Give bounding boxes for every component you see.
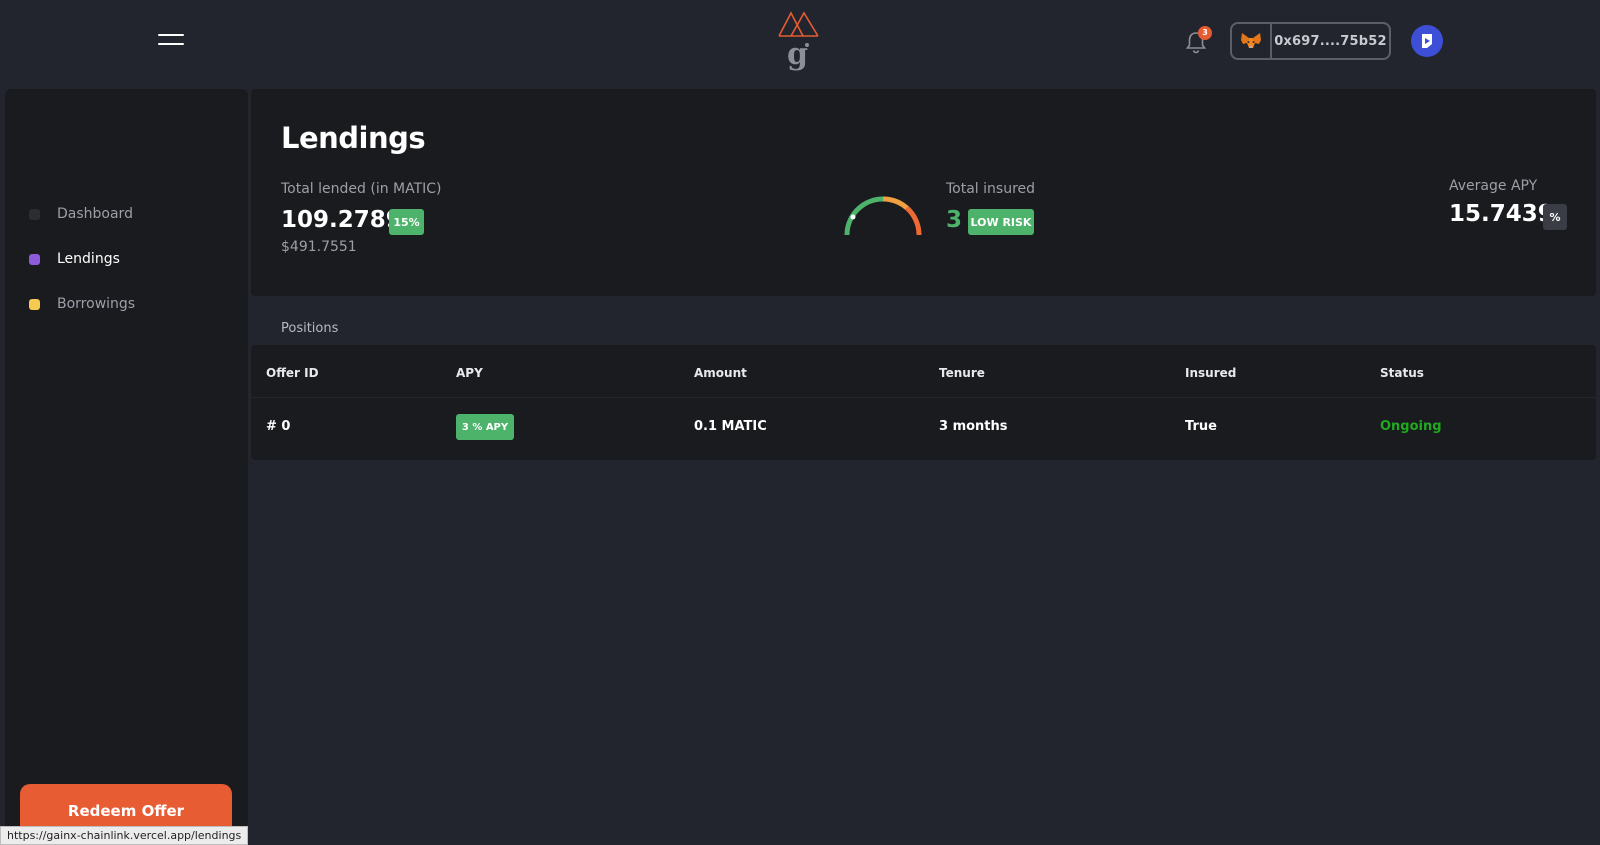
metamask-fox-icon <box>1232 24 1272 58</box>
column-header-offer-id: Offer ID <box>266 366 319 380</box>
sidebar-item-label: Lendings <box>57 251 120 267</box>
lendings-summary-panel: Lendings Total lended (in MATIC) 109.278… <box>251 89 1596 296</box>
amount-cell: 0.1 MATIC <box>694 419 767 434</box>
sidebar-item-label: Borrowings <box>57 296 136 312</box>
borrowings-dot-icon <box>29 298 40 310</box>
sidebar: Dashboard Lendings Borrowings <box>5 89 248 845</box>
lendings-dot-icon <box>29 253 40 265</box>
total-lended-usd: $491.7551 <box>281 239 357 255</box>
sidebar-item-dashboard[interactable]: Dashboard <box>29 203 133 225</box>
notification-count-badge: 3 <box>1198 26 1212 40</box>
hamburger-menu-icon[interactable] <box>158 31 184 49</box>
top-bar: g 3 0x697....75b52 <box>0 0 1600 86</box>
wallet-button[interactable]: 0x697....75b52 <box>1230 22 1391 60</box>
gainx-logo[interactable]: g <box>777 10 825 74</box>
tenure-cell: 3 months <box>939 419 1008 434</box>
total-lended-value: 109.2789 <box>281 207 402 233</box>
column-header-apy: APY <box>456 366 483 380</box>
sidebar-item-label: Dashboard <box>57 206 133 222</box>
insured-cell: True <box>1185 419 1217 434</box>
total-lended-badge: 15% <box>389 209 424 235</box>
apy-percent-badge: % <box>1543 204 1567 230</box>
positions-table: Offer ID APY Amount Tenure Insured Statu… <box>251 345 1596 460</box>
dashboard-dot-icon <box>29 208 40 220</box>
status-cell: Ongoing <box>1380 419 1442 434</box>
total-lended-label: Total lended (in MATIC) <box>281 181 442 197</box>
risk-level-badge: LOW RISK <box>968 209 1034 235</box>
bell-icon[interactable]: 3 <box>1182 26 1212 56</box>
offer-id-cell: # 0 <box>266 419 291 434</box>
sidebar-item-lendings[interactable]: Lendings <box>29 248 120 270</box>
apy-badge: 3 % APY <box>456 414 514 440</box>
page-title: Lendings <box>281 121 426 155</box>
wallet-address: 0x697....75b52 <box>1274 33 1387 49</box>
total-insured-label: Total insured <box>946 181 1036 197</box>
average-apy-value: 15.7439 <box>1449 201 1554 227</box>
svg-text:g: g <box>787 37 808 72</box>
browser-status-url: https://gainx-chainlink.vercel.app/lendi… <box>0 826 249 845</box>
column-header-tenure: Tenure <box>939 366 985 380</box>
sidebar-item-borrowings[interactable]: Borrowings <box>29 293 135 315</box>
column-header-status: Status <box>1380 366 1424 380</box>
total-insured-value: 3 <box>946 207 963 233</box>
profile-avatar-icon[interactable] <box>1411 25 1443 57</box>
risk-gauge <box>844 196 922 236</box>
positions-section-label: Positions <box>281 321 339 336</box>
average-apy-label: Average APY <box>1449 178 1538 194</box>
table-divider <box>251 397 1596 398</box>
column-header-insured: Insured <box>1185 366 1237 380</box>
column-header-amount: Amount <box>694 366 747 380</box>
